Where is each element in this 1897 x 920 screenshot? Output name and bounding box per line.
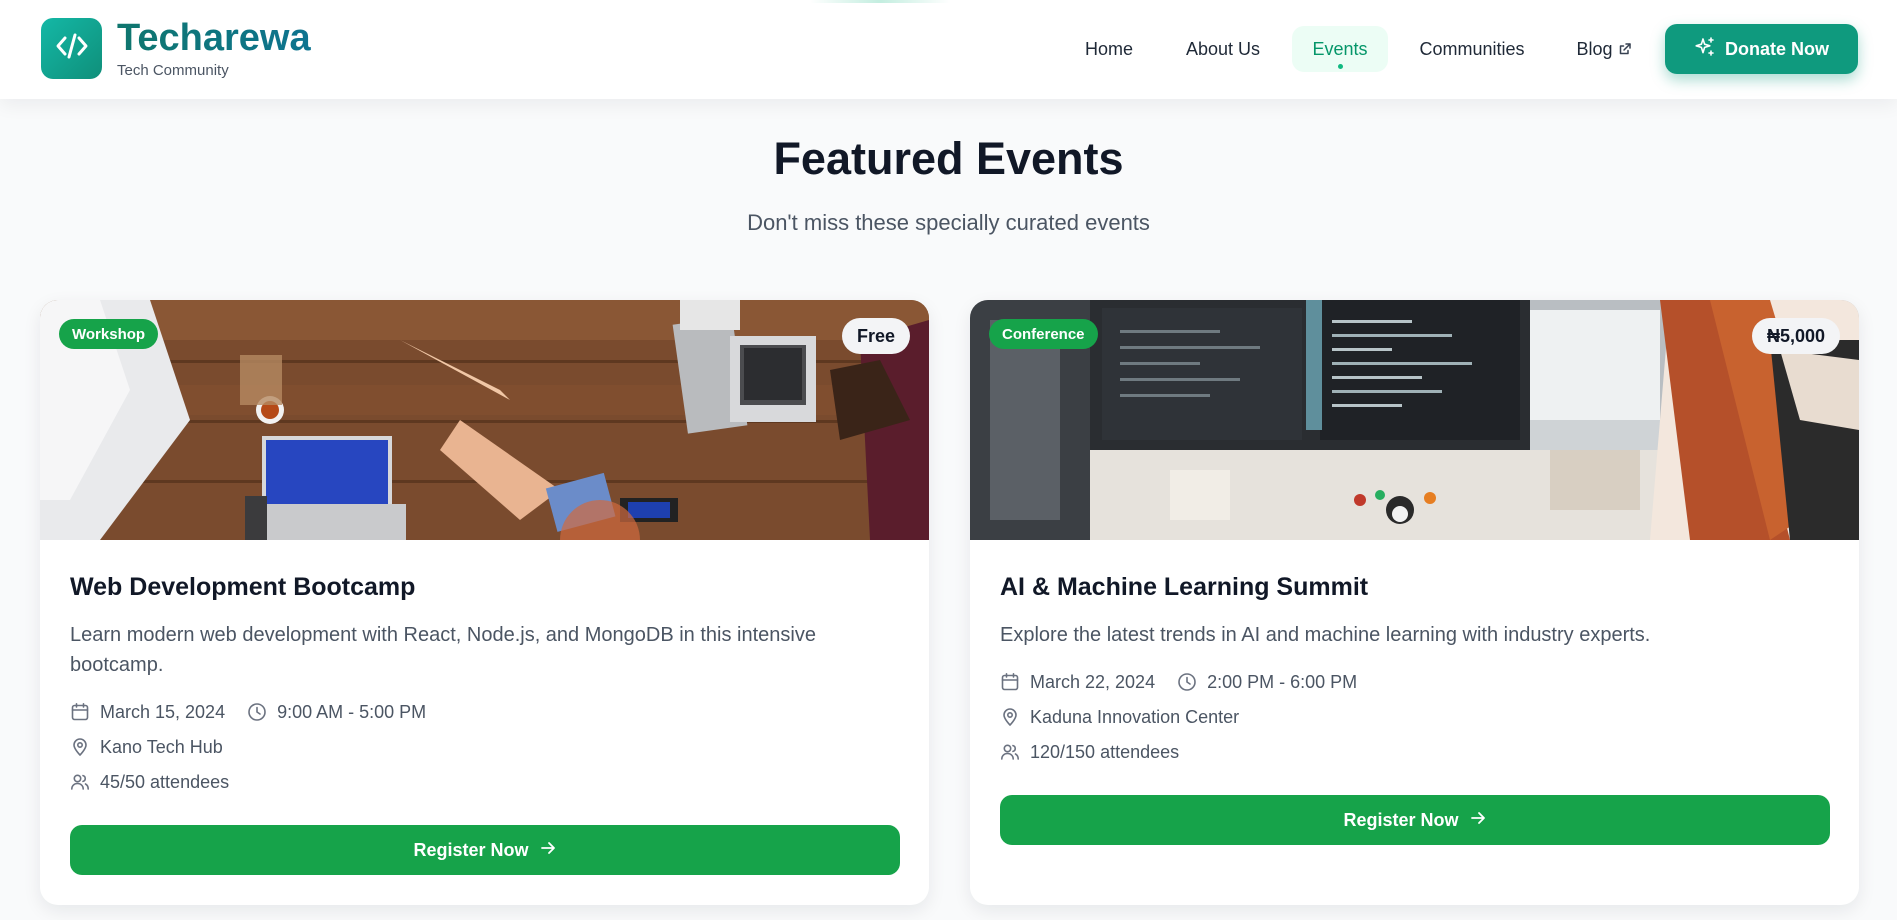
register-button[interactable]: Register Now <box>1000 795 1830 845</box>
event-attendees-label: 120/150 attendees <box>1030 741 1180 762</box>
nav-item-label: About Us <box>1185 38 1261 59</box>
calendar-icon <box>70 702 90 722</box>
event-location-label: Kano Tech Hub <box>100 736 223 757</box>
event-description: Explore the latest trends in AI and mach… <box>1000 624 1651 646</box>
nav-item-label: Communities <box>1419 38 1525 59</box>
event-attendees-label: 45/50 attendees <box>100 771 230 792</box>
site-header: Techarewa Tech Community Home About Us E… <box>0 0 1897 99</box>
event-card[interactable]: Conference ₦5,000 AI & Machine Learning … <box>970 300 1859 905</box>
event-image <box>970 300 1859 540</box>
brand-name[interactable]: Techarewa <box>117 19 311 57</box>
active-indicator-dot <box>1338 64 1343 69</box>
event-price-badge: Free <box>841 318 910 354</box>
brand-tagline: Tech Community <box>117 62 229 79</box>
nav-item-communities[interactable]: Communities <box>1404 26 1540 72</box>
nav-item-home[interactable]: Home <box>1068 26 1150 72</box>
nav-item-label: Events <box>1312 38 1368 59</box>
event-category-badge: Workshop <box>59 319 159 349</box>
event-attendees: 120/150 attendees <box>1000 740 1179 764</box>
external-link-icon <box>1618 42 1632 56</box>
arrow-right-icon <box>539 839 557 862</box>
event-date: March 15, 2024 <box>100 701 226 722</box>
event-location-label: Kaduna Innovation Center <box>1030 706 1240 727</box>
clock-icon <box>1177 672 1197 692</box>
nav-item-events[interactable]: Events <box>1292 26 1388 72</box>
nav-item-label: Home <box>1084 38 1133 59</box>
arrow-right-icon <box>1469 809 1487 832</box>
users-icon <box>1000 742 1020 762</box>
register-button-label: Register Now <box>1343 809 1459 830</box>
header-glow <box>810 0 950 3</box>
register-button-label: Register Now <box>413 839 529 860</box>
event-attendees: 45/50 attendees <box>70 770 229 794</box>
event-time: 9:00 AM - 5:00 PM <box>277 701 427 722</box>
nav-item-about-us[interactable]: About Us <box>1172 26 1274 72</box>
nav-item-blog[interactable]: Blog <box>1566 26 1642 72</box>
section-title: Featured Events <box>773 133 1124 184</box>
donate-button[interactable]: Donate Now <box>1665 24 1858 74</box>
section-subtitle: Don't miss these specially curated event… <box>747 210 1150 235</box>
map-pin-icon <box>70 737 90 757</box>
event-card[interactable]: Workshop Free Web Development Bootcamp L… <box>40 300 929 905</box>
nav-item-label: Blog <box>1576 38 1613 59</box>
event-location: Kaduna Innovation Center <box>1000 705 1239 729</box>
event-description: Learn modern web development with React,… <box>70 624 816 676</box>
event-time: 2:00 PM - 6:00 PM <box>1207 671 1358 692</box>
event-price-badge: ₦5,000 <box>1751 318 1840 354</box>
event-title[interactable]: AI & Machine Learning Summit <box>1000 573 1368 602</box>
donate-button-label: Donate Now <box>1724 38 1829 59</box>
event-datetime: March 22, 2024 2:00 PM - 6:00 PM <box>1000 670 1357 694</box>
event-date: March 22, 2024 <box>1030 671 1156 692</box>
register-button[interactable]: Register Now <box>70 825 900 875</box>
sparkles-icon <box>1694 36 1716 63</box>
event-title[interactable]: Web Development Bootcamp <box>70 573 415 602</box>
clock-icon <box>247 702 267 722</box>
calendar-icon <box>1000 672 1020 692</box>
map-pin-icon <box>1000 707 1020 727</box>
users-icon <box>70 772 90 792</box>
event-location: Kano Tech Hub <box>70 735 223 759</box>
code-icon <box>55 31 89 66</box>
event-image <box>40 300 929 540</box>
logo[interactable] <box>41 18 102 79</box>
event-datetime: March 15, 2024 9:00 AM - 5:00 PM <box>70 700 426 724</box>
event-category-badge: Conference <box>989 319 1098 349</box>
